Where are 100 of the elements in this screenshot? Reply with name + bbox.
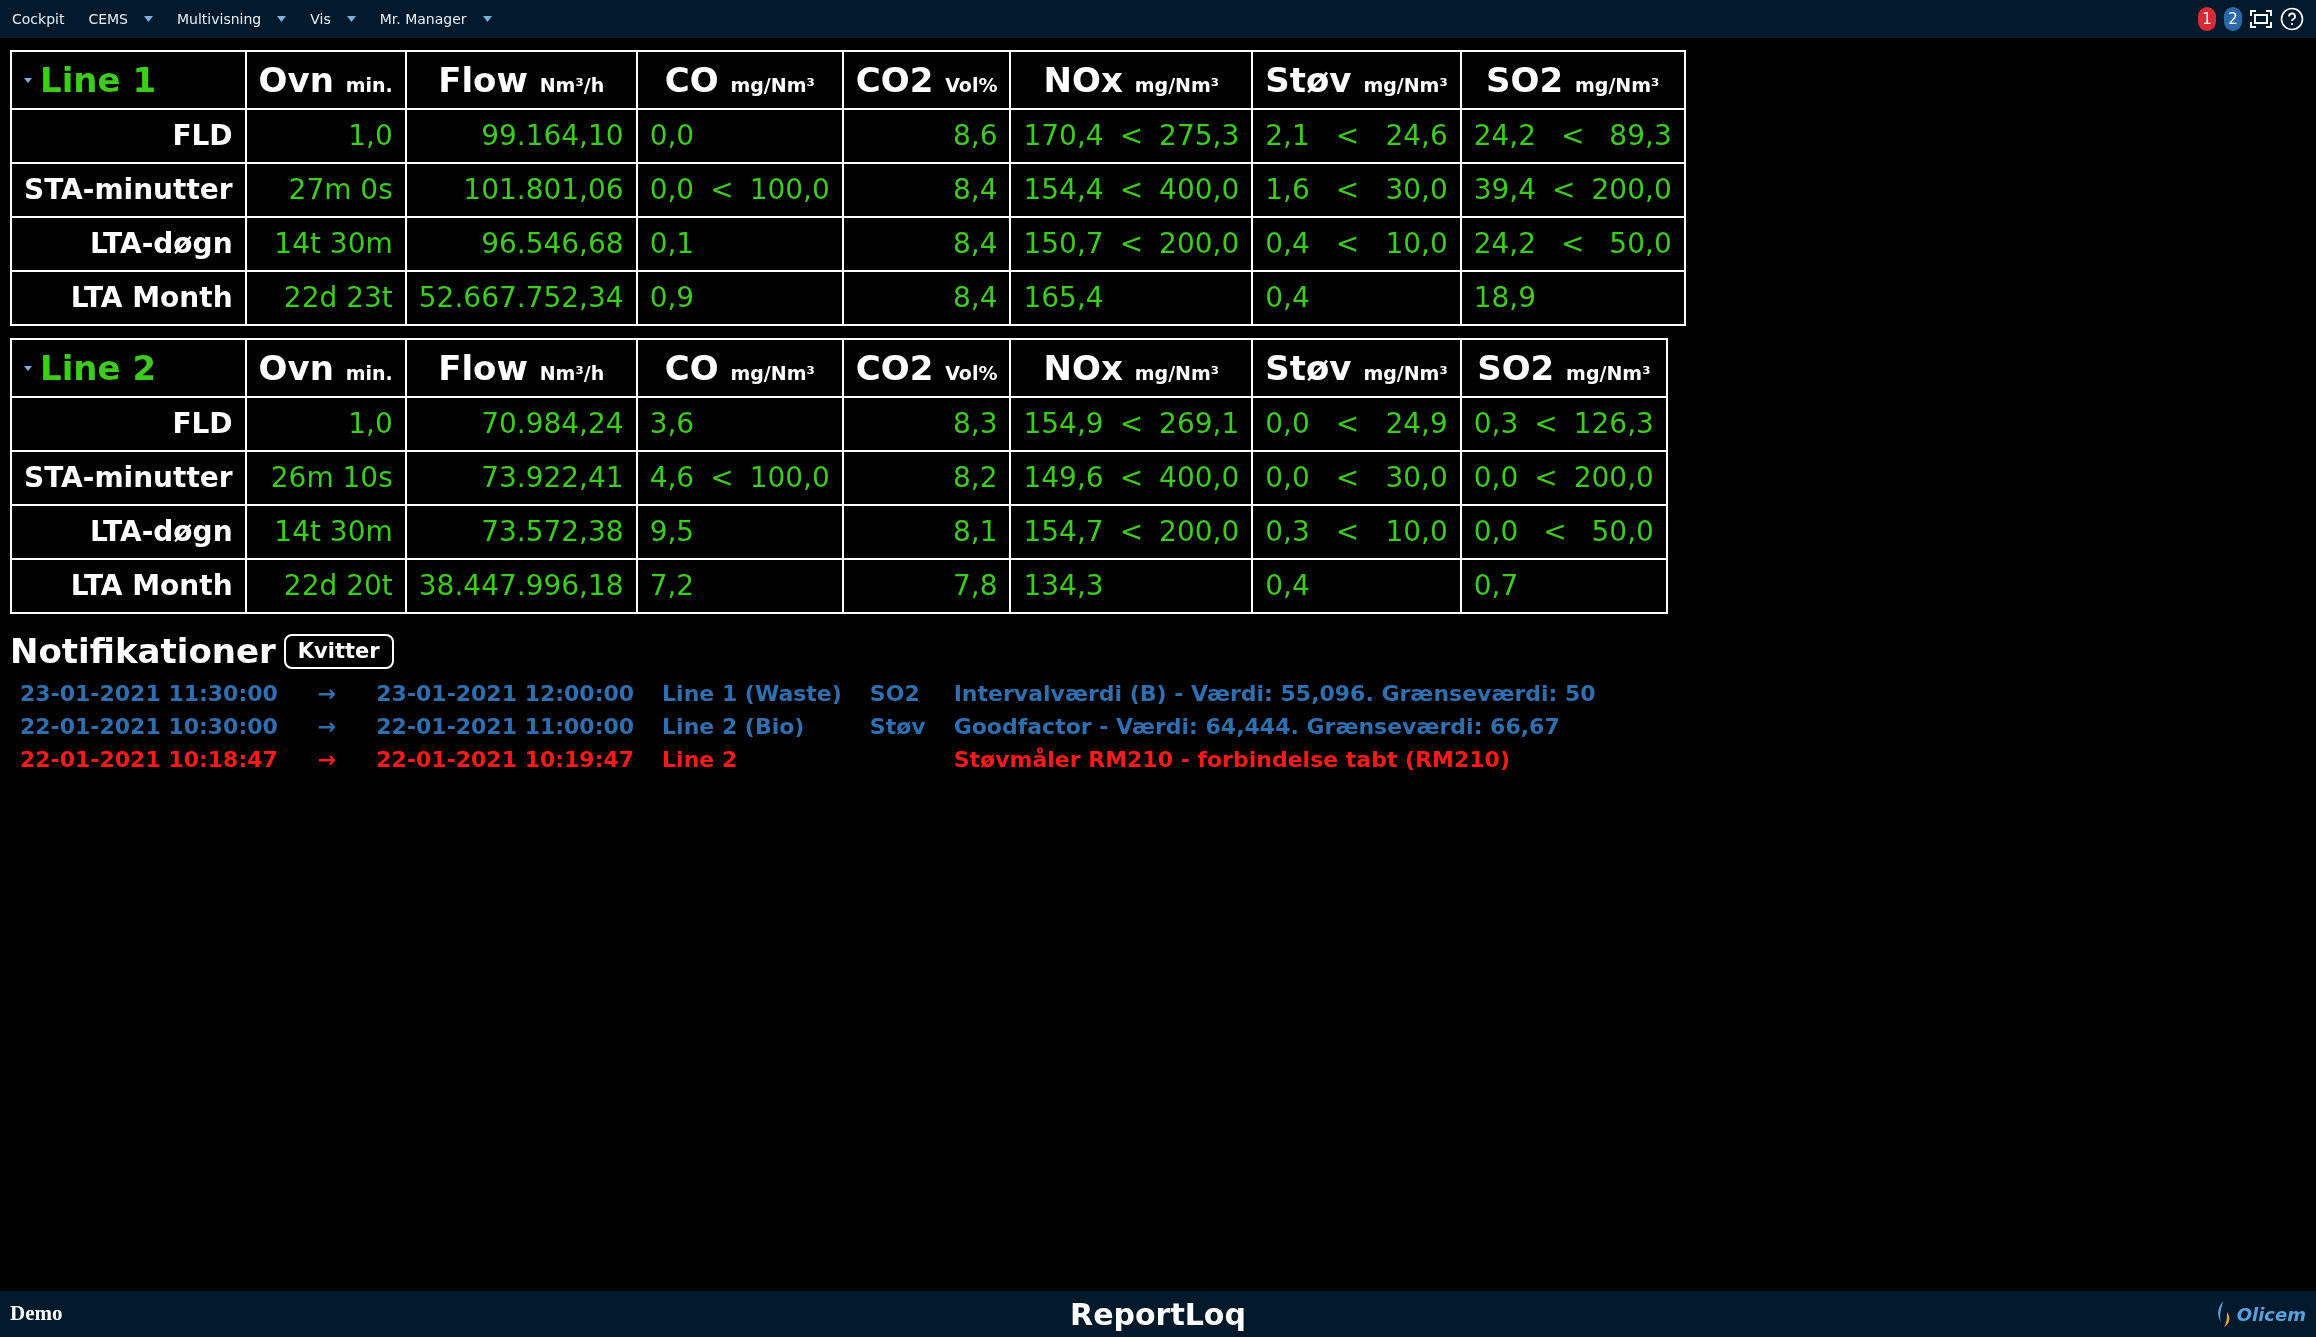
notification-badge[interactable]: 2: [2224, 7, 2242, 31]
value-cell: 8,2: [842, 451, 1011, 505]
measured-value: 4,6: [649, 460, 695, 496]
limit-value: 100,0: [749, 172, 830, 208]
value-cell: 8,3: [842, 397, 1011, 451]
notification-line: Line 2: [662, 746, 739, 774]
acknowledge-button[interactable]: Kvitter: [283, 633, 394, 670]
measured-value: 0,0: [1473, 460, 1519, 496]
notification-start-time: 22-01-2021 10:18:47: [20, 746, 278, 774]
measured-value: 0,0: [1265, 460, 1310, 496]
column-header: Ovn min.: [245, 51, 406, 109]
row-label: FLD: [11, 397, 246, 451]
value-cell: 1,0: [245, 397, 406, 451]
measured-value: 0,0: [1265, 406, 1310, 442]
limit-sign: <: [1119, 118, 1144, 154]
measured-value: 154,9: [1023, 406, 1104, 442]
limit-sign: <: [1534, 460, 1558, 496]
value-cell: 3,6: [636, 397, 843, 451]
limit-value: 200,0: [1159, 514, 1240, 550]
value-cell: 73.572,38: [405, 505, 637, 559]
caret-icon: [277, 16, 287, 22]
column-header: NOx mg/Nm³: [1010, 339, 1253, 397]
collapse-caret-icon[interactable]: [24, 77, 32, 83]
measured-value: 150,7: [1023, 226, 1104, 262]
limit-sign: <: [1335, 226, 1360, 262]
notification-component: Støv: [869, 713, 926, 741]
table-title[interactable]: Line 1: [11, 51, 246, 109]
menu-item[interactable]: Mr. Manager: [379, 8, 492, 30]
column-header: Støv mg/Nm³: [1252, 51, 1461, 109]
notification-end-time: 22-01-2021 11:00:00: [376, 713, 635, 741]
menu-item[interactable]: Cockpit: [12, 8, 65, 30]
arrow-glyph: →: [316, 713, 338, 741]
menu-item[interactable]: Vis: [310, 8, 356, 30]
value-cell: 7,8: [842, 559, 1011, 613]
help-icon[interactable]: [2280, 7, 2304, 31]
measured-value: 24,2: [1473, 226, 1537, 262]
limit-value: 30,0: [1385, 460, 1448, 496]
arrow-glyph: →: [316, 680, 338, 708]
measured-value: 24,2: [1473, 118, 1537, 154]
measured-value: 2,1: [1265, 118, 1310, 154]
value-cell: 70.984,24: [405, 397, 637, 451]
value-cell: 22d 20t: [245, 559, 406, 613]
notification-end-time: 23-01-2021 12:00:00: [376, 680, 635, 708]
menu-item[interactable]: Multivisning: [177, 8, 287, 30]
notification-message: Støvmåler RM210 - forbindelse tabt (RM210): [953, 746, 1511, 774]
row-label: LTA-døgn: [11, 217, 246, 271]
value-cell: 0,4: [1252, 559, 1461, 613]
measured-value: 0,3: [1265, 514, 1310, 550]
measured-value: 0,0: [1473, 514, 1519, 550]
measured-value: 0,4: [1265, 226, 1310, 262]
limit-value: 30,0: [1385, 172, 1448, 208]
row-label: LTA-døgn: [11, 505, 246, 559]
value-cell: 8,4: [842, 271, 1011, 325]
limit-sign: <: [1119, 514, 1144, 550]
limit-value: 200,0: [1159, 226, 1240, 262]
caret-icon: [482, 16, 492, 22]
limit-value: 24,6: [1385, 118, 1448, 154]
value-cell: 134,3: [1010, 559, 1253, 613]
table-title[interactable]: Line 2: [11, 339, 246, 397]
limit-value: 10,0: [1385, 514, 1448, 550]
value-cell: 14t 30m: [245, 217, 406, 271]
row-label: FLD: [11, 109, 246, 163]
value-cell: 8,1: [842, 505, 1011, 559]
value-cell: 27m 0s: [245, 163, 406, 217]
limit-sign: <: [1119, 460, 1144, 496]
notification-badge[interactable]: 1: [2198, 7, 2216, 31]
value-cell: 22d 23t: [245, 271, 406, 325]
value-cell: 0,4: [1252, 271, 1461, 325]
column-header: CO2 Vol%: [842, 339, 1011, 397]
limit-value: 275,3: [1159, 118, 1240, 154]
limit-value: 50,0: [1591, 514, 1654, 550]
value-cell: 14t 30m: [245, 505, 406, 559]
logo-text: Olicem: [2236, 1302, 2306, 1327]
column-header: Flow Nm³/h: [405, 51, 637, 109]
value-cell: 96.546,68: [405, 217, 637, 271]
collapse-caret-icon[interactable]: [24, 365, 32, 371]
limit-value: 10,0: [1385, 226, 1448, 262]
value-cell: 0,9: [636, 271, 843, 325]
notification-line: Line 2 (Bio): [662, 713, 806, 741]
column-header: SO2 mg/Nm³: [1460, 51, 1685, 109]
app-title: ReportLoq: [1070, 1295, 1246, 1334]
value-cell: 0,7: [1460, 559, 1667, 613]
measured-value: 170,4: [1023, 118, 1104, 154]
value-cell: 18,9: [1460, 271, 1685, 325]
limit-value: 400,0: [1159, 460, 1240, 496]
column-header: Ovn min.: [245, 339, 406, 397]
limit-sign: <: [1534, 406, 1558, 442]
caret-icon: [346, 16, 356, 22]
limit-sign: <: [1335, 172, 1360, 208]
limit-value: 50,0: [1609, 226, 1672, 262]
measured-value: 149,6: [1023, 460, 1104, 496]
value-cell: 8,4: [842, 217, 1011, 271]
limit-sign: <: [1335, 406, 1360, 442]
menu-item[interactable]: CEMS: [88, 8, 153, 30]
column-header: CO mg/Nm³: [636, 51, 843, 109]
fullscreen-icon[interactable]: [2250, 10, 2272, 28]
notification-message: Intervalværdi (B) - Værdi: 55,096. Grænseværdi: 50: [953, 680, 1596, 708]
value-cell: 52.667.752,34: [405, 271, 637, 325]
limit-sign: <: [1119, 226, 1144, 262]
measured-value: 0,3: [1473, 406, 1519, 442]
